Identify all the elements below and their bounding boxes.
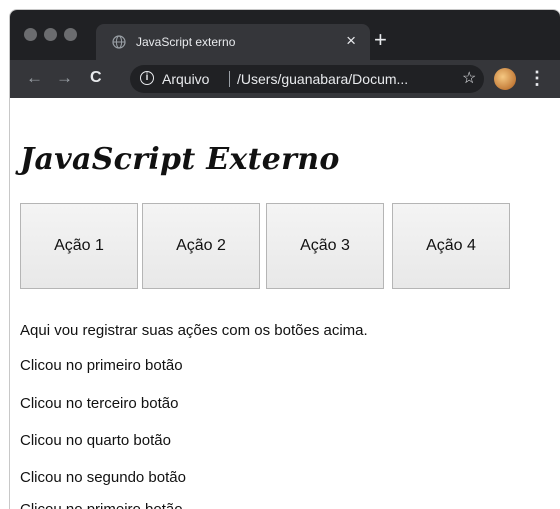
title-bar: JavaScript externo × + [10,10,560,60]
globe-icon [112,35,126,49]
browser-toolbar: ← → C i Arquivo /Users/guanabara/Docum..… [10,60,560,98]
maximize-window-button[interactable] [64,28,77,41]
page-title: JavaScript Externo [20,142,340,177]
profile-avatar[interactable] [494,68,516,90]
close-window-button[interactable] [24,28,37,41]
close-tab-icon[interactable]: × [346,31,356,51]
log-entry: Clicou no segundo botão [20,469,186,486]
address-separator [229,71,230,87]
intro-text: Aqui vou registrar suas ações com os bot… [20,322,368,339]
browser-window: JavaScript externo × + ← → C i Arquivo /… [10,10,560,509]
url-text[interactable]: /Users/guanabara/Docum... [237,71,453,87]
tab-javascript-externo[interactable]: JavaScript externo × [96,24,370,60]
info-icon[interactable]: i [140,71,154,85]
log-entry: Clicou no primeiro botão [20,501,183,509]
acao-4-button[interactable]: Ação 4 [392,203,510,289]
log-entry: Clicou no terceiro botão [20,395,179,412]
address-bar[interactable]: i Arquivo /Users/guanabara/Docum... ☆ [130,65,484,93]
file-scheme-label: Arquivo [162,71,210,87]
acao-2-button[interactable]: Ação 2 [142,203,260,289]
minimize-window-button[interactable] [44,28,57,41]
back-icon[interactable]: ← [26,66,43,90]
bookmark-star-icon[interactable]: ☆ [462,68,476,88]
reload-icon[interactable]: C [90,66,102,90]
tab-title: JavaScript externo [136,35,236,49]
menu-kebab-icon[interactable]: ⋮ [528,66,546,90]
new-tab-button[interactable]: + [374,29,387,51]
forward-icon[interactable]: → [56,66,73,90]
log-entry: Clicou no quarto botão [20,432,171,449]
log-entry: Clicou no primeiro botão [20,357,183,374]
page-content: JavaScript Externo Ação 1 Ação 2 Ação 3 … [10,98,560,509]
acao-1-button[interactable]: Ação 1 [20,203,138,289]
acao-3-button[interactable]: Ação 3 [266,203,384,289]
